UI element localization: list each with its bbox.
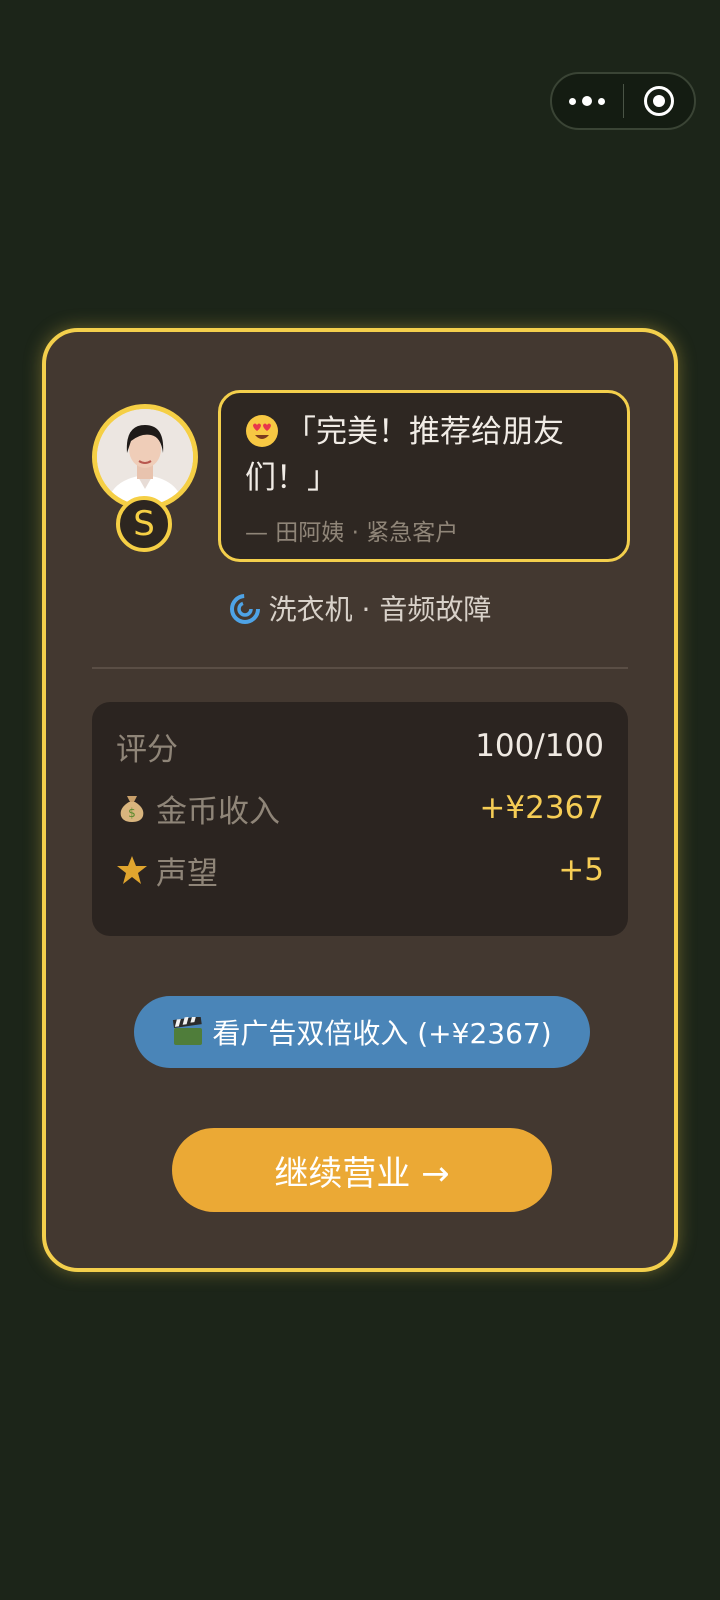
customer-avatar: [92, 404, 198, 510]
review-quote-line: 「完美！推荐给朋友们！」: [245, 409, 605, 501]
stat-label: 声望: [156, 855, 218, 892]
stat-row-score: 评分 100/100: [116, 724, 604, 768]
watch-ad-label: 看广告双倍收入 (+¥2367): [212, 1017, 552, 1050]
star-icon: [117, 856, 147, 884]
review-quote: 「完美！推荐给朋友们！」: [245, 414, 564, 496]
repair-device-fault: 洗衣机 · 音频故障: [268, 593, 492, 626]
stat-value: +5: [558, 852, 604, 888]
stat-label: 金币收入: [156, 793, 280, 830]
more-button[interactable]: [552, 74, 623, 128]
watch-ad-double-button[interactable]: 看广告双倍收入 (+¥2367): [134, 996, 590, 1068]
money-bag-icon: $: [120, 796, 144, 822]
close-button[interactable]: [624, 74, 695, 128]
stat-row-reputation: 声望 +5: [116, 848, 604, 892]
washing-machine-swirl-icon: [229, 594, 260, 624]
review-author: — 田阿姨 · 紧急客户: [245, 520, 459, 546]
mini-program-capsule: [550, 72, 696, 130]
svg-text:$: $: [128, 806, 136, 820]
stat-value: 100/100: [475, 728, 604, 764]
more-dots-icon: [569, 96, 606, 106]
continue-business-button[interactable]: 继续营业 →: [172, 1128, 552, 1212]
review-bubble: 「完美！推荐给朋友们！」 — 田阿姨 · 紧急客户: [218, 390, 630, 562]
customer-tier-badge: S: [116, 496, 172, 552]
stats-panel: 评分 100/100 $ 金币收入 +¥2367 声望 +5: [92, 702, 628, 936]
stat-row-coins: $ 金币收入 +¥2367: [116, 786, 604, 830]
result-card: S 「完美！推荐给朋友们！」 — 田阿姨 · 紧急客户 洗衣机 · 音频故障 评…: [42, 328, 678, 1272]
clapperboard-icon: [173, 1017, 203, 1045]
stat-value: +¥2367: [479, 790, 604, 826]
heart-eyes-emoji-icon: [246, 415, 278, 447]
repair-info: 洗衣机 · 音频故障: [46, 588, 674, 628]
target-close-icon: [643, 86, 674, 116]
card-divider: [92, 667, 628, 669]
stat-label: 评分: [116, 731, 178, 768]
